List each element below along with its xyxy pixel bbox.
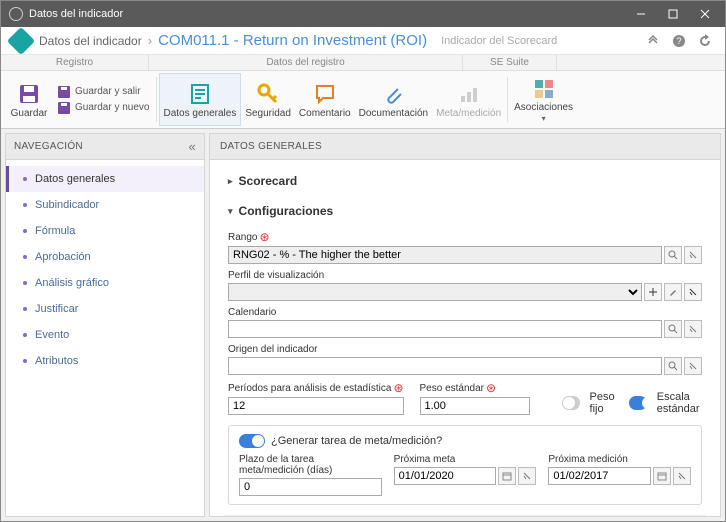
save-icon [17, 80, 41, 108]
nav-panel: NAVEGACIÓN « Datos generales Subindicado… [5, 133, 205, 517]
key-icon [256, 80, 280, 108]
escala-estandar-label: Escala estándar [657, 391, 712, 415]
nav-title: NAVEGACIÓN [14, 141, 83, 152]
breadcrumb-title: COM011.1 - Return on Investment (ROI) [158, 32, 427, 49]
plazo-label: Plazo de la tarea meta/medición (días) [239, 454, 382, 476]
group-label-datos: Datos del registro [149, 55, 463, 70]
comentario-button[interactable]: Comentario [295, 73, 355, 126]
logo-icon [7, 26, 35, 54]
breadcrumb-sub: Indicador del Scorecard [441, 35, 557, 47]
asociaciones-button[interactable]: Asociaciones▾ [510, 73, 577, 126]
edit-icon[interactable] [664, 283, 682, 301]
peso-input[interactable] [420, 397, 530, 415]
nav-datos-generales[interactable]: Datos generales [6, 166, 204, 192]
save-exit-button[interactable]: Guardar y salir [57, 85, 150, 99]
generar-label: ¿Generar tarea de meta/medición? [271, 435, 442, 447]
peso-fijo-toggle[interactable] [562, 396, 580, 410]
attachment-icon [381, 80, 405, 108]
rango-input[interactable] [228, 246, 662, 264]
origen-input[interactable] [228, 357, 662, 375]
datos-generales-button[interactable]: Datos generales [159, 73, 242, 126]
save-button[interactable]: Guardar [5, 73, 53, 126]
grid-icon [532, 75, 556, 102]
form-icon [188, 80, 212, 108]
proxima-medicion-input[interactable] [548, 467, 651, 485]
seguridad-button[interactable]: Seguridad [241, 73, 295, 126]
svg-text:?: ? [676, 36, 681, 46]
nav-aprobacion[interactable]: Aprobación [6, 244, 204, 270]
help-icon[interactable]: ? [669, 31, 689, 51]
calendario-label: Calendario [228, 307, 276, 318]
calendar-icon[interactable] [653, 467, 671, 485]
close-button[interactable] [689, 1, 721, 27]
origen-label: Origen del indicador [228, 344, 318, 355]
save-new-button[interactable]: Guardar y nuevo [57, 101, 150, 115]
nav-evento[interactable]: Evento [6, 322, 204, 348]
group-label-suite: SE Suite [463, 55, 557, 70]
section-configuraciones[interactable]: ▾Configuraciones [224, 196, 706, 226]
proxima-meta-input[interactable] [394, 467, 497, 485]
proxima-meta-label: Próxima meta [394, 454, 456, 465]
rango-label: Rango [228, 232, 257, 243]
clear-icon[interactable] [518, 467, 536, 485]
nav-atributos[interactable]: Atributos [6, 348, 204, 374]
peso-label: Peso estándar [420, 383, 485, 394]
periodos-input[interactable] [228, 397, 404, 415]
chevron-down-icon: ▾ [542, 114, 546, 123]
escala-estandar-toggle[interactable] [629, 396, 647, 410]
main-panel: DATOS GENERALES ▸Scorecard ▾Configuracio… [209, 133, 721, 517]
calendar-icon[interactable] [498, 467, 516, 485]
ribbon: Guardar Guardar y salir Guardar y nuevo … [1, 71, 725, 129]
clear-icon[interactable] [684, 320, 702, 338]
chart-icon [457, 80, 481, 108]
generar-toggle[interactable] [239, 434, 265, 448]
perfil-select[interactable] [228, 283, 642, 301]
plazo-input[interactable] [239, 478, 382, 496]
main-title: DATOS GENERALES [220, 141, 322, 152]
meta-medicion-button[interactable]: Meta/medición [432, 73, 505, 126]
clear-icon[interactable] [684, 357, 702, 375]
nav-justificar[interactable]: Justificar [6, 296, 204, 322]
app-icon [9, 7, 23, 21]
collapse-up-icon[interactable] [643, 31, 663, 51]
add-icon[interactable] [644, 283, 662, 301]
breadcrumb-root[interactable]: Datos del indicador [39, 34, 142, 48]
clear-icon[interactable] [684, 246, 702, 264]
refresh-icon[interactable] [695, 31, 715, 51]
nav-formula[interactable]: Fórmula [6, 218, 204, 244]
search-icon[interactable] [664, 357, 682, 375]
titlebar: Datos del indicador [1, 1, 725, 27]
window-title: Datos del indicador [29, 8, 123, 20]
proxima-medicion-label: Próxima medición [548, 454, 627, 465]
minimize-button[interactable] [625, 1, 657, 27]
search-icon[interactable] [664, 246, 682, 264]
periodos-label: Períodos para análisis de estadística [228, 383, 391, 394]
breadcrumb: Datos del indicador › COM011.1 - Return … [1, 27, 725, 55]
chevron-right-icon: › [148, 33, 152, 48]
calendario-input[interactable] [228, 320, 662, 338]
maximize-button[interactable] [657, 1, 689, 27]
documentacion-button[interactable]: Documentación [355, 73, 432, 126]
collapse-nav-icon[interactable]: « [188, 139, 196, 154]
clear-icon[interactable] [684, 283, 702, 301]
nav-analisis-grafico[interactable]: Análisis gráfico [6, 270, 204, 296]
comment-icon [313, 80, 337, 108]
clear-icon[interactable] [673, 467, 691, 485]
group-label-registro: Registro [1, 55, 149, 70]
perfil-label: Perfil de visualización [228, 270, 324, 281]
nav-subindicador[interactable]: Subindicador [6, 192, 204, 218]
search-icon[interactable] [664, 320, 682, 338]
section-scorecard[interactable]: ▸Scorecard [224, 166, 706, 196]
peso-fijo-label: Peso fijo [590, 391, 619, 415]
